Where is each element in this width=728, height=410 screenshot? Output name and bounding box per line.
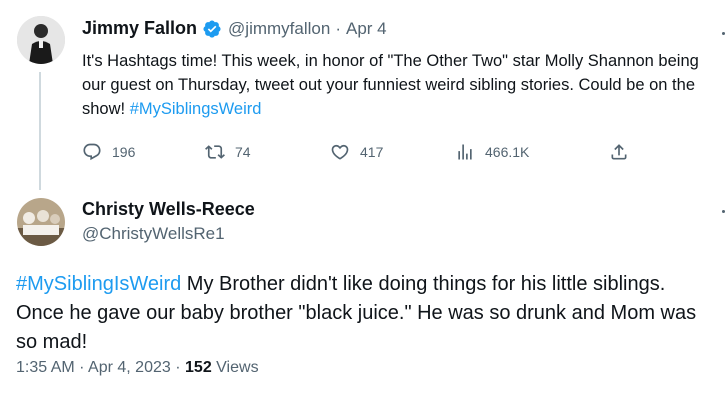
- retweet-count: 74: [235, 144, 251, 160]
- reply-count: 196: [112, 144, 136, 160]
- like-icon: [331, 144, 349, 160]
- more-icon[interactable]: [722, 32, 725, 35]
- share-icon: [611, 144, 627, 160]
- share-button[interactable]: [609, 142, 639, 162]
- views-number: 152: [185, 359, 212, 376]
- retweet-button[interactable]: 74: [205, 142, 251, 162]
- author-name[interactable]: Jimmy Fallon: [82, 18, 197, 39]
- like-count: 417: [360, 144, 384, 160]
- header-separator: ·: [335, 18, 341, 38]
- retweet-icon: [205, 145, 225, 159]
- author-handle-2[interactable]: @ChristyWellsRe1: [82, 224, 225, 244]
- tweet1-body: It's Hashtags time! This week, in honor …: [82, 49, 712, 121]
- like-button[interactable]: 417: [330, 142, 383, 162]
- reply-icon: [83, 143, 101, 161]
- meta-separator: ·: [79, 359, 85, 376]
- avatar-christy-wells-reece[interactable]: [17, 198, 65, 246]
- meta-separator-2: ·: [175, 359, 181, 376]
- reply-button[interactable]: 196: [82, 142, 135, 162]
- author-handle[interactable]: @jimmyfallon: [228, 19, 330, 39]
- views-count: 466.1K: [485, 144, 530, 160]
- avatar-jimmy-fallon[interactable]: [17, 16, 65, 64]
- tweet-meta: 1:35 AM · Apr 4, 2023 · 152 Views: [16, 359, 259, 377]
- hashtag-link-2[interactable]: #MySiblingIsWeird: [16, 273, 181, 295]
- views-icon: [458, 144, 472, 160]
- hashtag-link[interactable]: #MySiblingsWeird: [130, 100, 262, 118]
- tweet-time[interactable]: 1:35 AM: [16, 359, 75, 376]
- tweet-full-date[interactable]: Apr 4, 2023: [88, 359, 171, 376]
- tweet-actions: 196 74 417 466.1K: [82, 142, 642, 166]
- tweet2-body: #MySiblingIsWeird My Brother didn't like…: [16, 270, 716, 357]
- tweet1-header: Jimmy Fallon @jimmyfallon · Apr 4: [82, 18, 387, 39]
- views-label: Views: [216, 359, 259, 376]
- verified-badge-icon: [202, 19, 222, 39]
- author-name-2[interactable]: Christy Wells-Reece: [82, 199, 255, 220]
- more-icon-2[interactable]: [722, 210, 725, 213]
- views-button[interactable]: 466.1K: [455, 142, 529, 162]
- tweet-date[interactable]: Apr 4: [346, 19, 387, 39]
- thread-line: [39, 72, 41, 190]
